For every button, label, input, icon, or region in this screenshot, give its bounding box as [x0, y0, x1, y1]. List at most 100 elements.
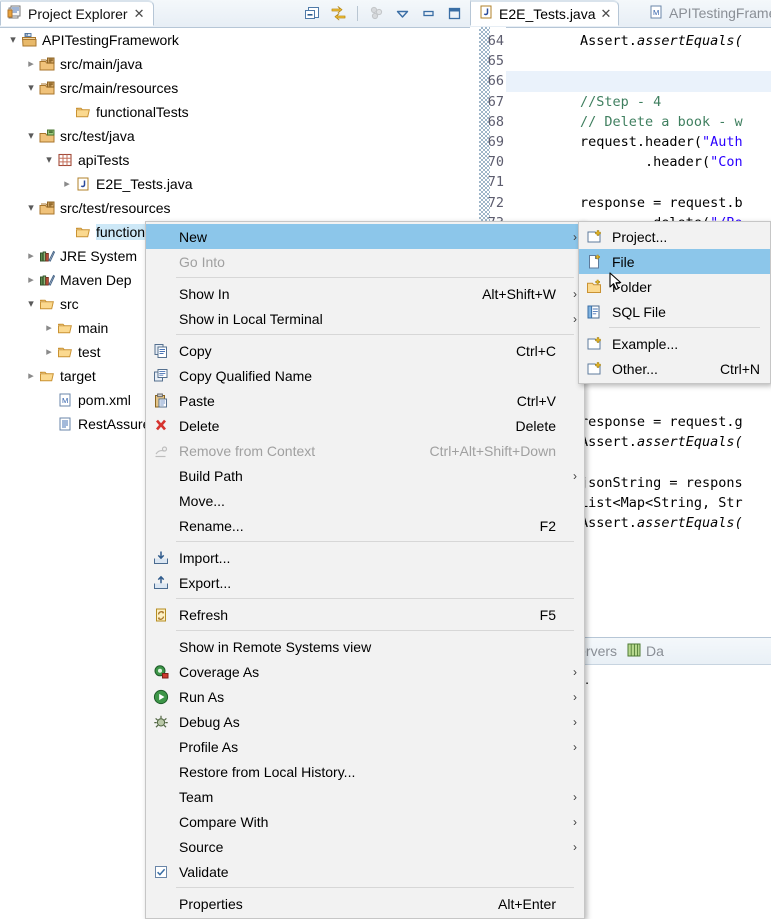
- menu-item[interactable]: Show in Remote Systems view: [146, 634, 584, 659]
- close-icon[interactable]: ✕: [134, 7, 145, 20]
- menu-item[interactable]: Coverage As ›: [146, 659, 584, 684]
- chevron-right-icon[interactable]: ▸: [42, 340, 56, 364]
- tree-item-label: src/test/resources: [60, 200, 171, 216]
- code-line[interactable]: 69 request.header("Auth: [470, 132, 771, 152]
- submenu-item[interactable]: Example...: [579, 331, 770, 356]
- submenu-item[interactable]: SQL File: [579, 299, 770, 324]
- tree-item-label: main: [78, 320, 109, 336]
- tree-item[interactable]: ▾ src/test/resources: [0, 196, 470, 220]
- code-line[interactable]: 72 response = request.b: [470, 193, 771, 213]
- submenu-item[interactable]: File: [579, 249, 770, 274]
- menu-item[interactable]: Export...: [146, 570, 584, 595]
- menu-item[interactable]: Source ›: [146, 834, 584, 859]
- menu-item[interactable]: Delete Delete: [146, 413, 584, 438]
- menu-item: Go Into: [146, 249, 584, 274]
- submenu-item[interactable]: Folder: [579, 274, 770, 299]
- chevron-down-icon[interactable]: ▾: [24, 124, 38, 148]
- menu-item[interactable]: Show In Alt+Shift+W ›: [146, 281, 584, 306]
- line-number: 72: [487, 194, 504, 211]
- menu-item[interactable]: Team ›: [146, 784, 584, 809]
- chevron-down-icon[interactable]: ▾: [24, 292, 38, 316]
- editor-tab-label: E2E_Tests.java: [499, 5, 596, 22]
- tree-item-label: src: [60, 296, 79, 312]
- sql-file-icon: [579, 299, 609, 324]
- menu-item[interactable]: Properties Alt+Enter: [146, 891, 584, 916]
- maximize-icon[interactable]: [445, 4, 464, 23]
- menu-item-label: Import...: [179, 549, 231, 566]
- menu-item-label: Debug As: [179, 713, 240, 730]
- menu-item-label: Rename...: [179, 517, 244, 534]
- menu-item-icon-slot: [146, 463, 176, 488]
- code-line[interactable]: 64 Assert.assertEquals(: [470, 31, 771, 51]
- menu-item[interactable]: Build Path ›: [146, 463, 584, 488]
- remove-from-context-icon: [146, 438, 176, 463]
- minimize-icon[interactable]: [419, 4, 438, 23]
- menu-item-label: Profile As: [179, 738, 239, 755]
- submenu-item[interactable]: Other... Ctrl+N: [579, 356, 770, 381]
- chevron-right-icon[interactable]: ▸: [24, 268, 38, 292]
- menu-item[interactable]: Compare With ›: [146, 809, 584, 834]
- tree-item[interactable]: ▾ src/main/resources: [0, 76, 470, 100]
- chevron-right-icon[interactable]: ▸: [60, 172, 74, 196]
- editor-tab-2[interactable]: M APITestingFramewor: [641, 0, 771, 26]
- tree-item-label: apiTests: [78, 152, 130, 168]
- menu-item[interactable]: Rename... F2: [146, 513, 584, 538]
- tab-project-explorer[interactable]: Project Explorer ✕: [0, 0, 154, 26]
- new-submenu[interactable]: Project... File Folder SQL File Example... Ot…: [578, 221, 771, 384]
- chevron-right-icon[interactable]: ▸: [24, 364, 38, 388]
- tree-item[interactable]: functionalTests: [0, 100, 470, 124]
- menu-item-icon-slot: [146, 734, 176, 759]
- tree-item[interactable]: ▾ M APITestingFramework: [0, 28, 470, 52]
- menu-item[interactable]: Debug As ›: [146, 709, 584, 734]
- link-with-editor-icon[interactable]: [329, 4, 348, 23]
- collapse-all-icon[interactable]: [303, 4, 322, 23]
- chevron-right-icon[interactable]: ▸: [42, 316, 56, 340]
- tree-item[interactable]: ▸ E2E_Tests.java: [0, 172, 470, 196]
- menu-item[interactable]: Run As ›: [146, 684, 584, 709]
- menu-item[interactable]: Import...: [146, 545, 584, 570]
- filter-icon[interactable]: [367, 4, 386, 23]
- line-number: 67: [487, 93, 504, 110]
- menu-separator: [176, 277, 574, 278]
- chevron-right-icon[interactable]: ▸: [24, 244, 38, 268]
- code-line[interactable]: 65: [470, 51, 771, 71]
- menu-item[interactable]: Copy Ctrl+C: [146, 338, 584, 363]
- chevron-down-icon[interactable]: ▾: [24, 76, 38, 100]
- menu-item[interactable]: Paste Ctrl+V: [146, 388, 584, 413]
- tree-item[interactable]: ▾ src/test/java: [0, 124, 470, 148]
- bottom-view-tab-da[interactable]: Da: [626, 642, 664, 661]
- menu-item-label: Build Path: [179, 467, 243, 484]
- menu-item-icon-slot: [146, 306, 176, 331]
- folder-icon: [38, 292, 56, 316]
- tree-item[interactable]: ▾ apiTests: [0, 148, 470, 172]
- chevron-down-icon[interactable]: ▾: [24, 196, 38, 220]
- menu-item[interactable]: Refresh F5: [146, 602, 584, 627]
- chevron-down-icon[interactable]: ▾: [42, 148, 56, 172]
- code-line[interactable]: 67 //Step - 4: [470, 92, 771, 112]
- tree-item[interactable]: ▸ src/main/java: [0, 52, 470, 76]
- code-line[interactable]: 68 // Delete a book - w: [470, 112, 771, 132]
- close-icon[interactable]: ✕: [601, 7, 612, 20]
- editor-tab-1[interactable]: E2E_Tests.java ✕: [470, 0, 620, 26]
- folder-icon: [74, 100, 92, 124]
- chevron-right-icon[interactable]: ▸: [24, 52, 38, 76]
- menu-item-label: Properties: [179, 895, 243, 912]
- menu-item[interactable]: New ›: [146, 224, 584, 249]
- menu-item[interactable]: Restore from Local History...: [146, 759, 584, 784]
- menu-item[interactable]: Move...: [146, 488, 584, 513]
- tree-item-label: E2E_Tests.java: [96, 176, 193, 192]
- submenu-item-label: Other...: [612, 360, 658, 377]
- view-menu-icon[interactable]: [393, 4, 412, 23]
- context-menu[interactable]: New › Go Into Show In Alt+Shift+W › Show in Lo…: [145, 221, 585, 919]
- menu-item[interactable]: Copy Qualified Name: [146, 363, 584, 388]
- submenu-item[interactable]: Project...: [579, 224, 770, 249]
- menu-item[interactable]: Show in Local Terminal ›: [146, 306, 584, 331]
- code-line[interactable]: 71: [470, 172, 771, 192]
- submenu-item-label: File: [612, 253, 635, 270]
- chevron-down-icon[interactable]: ▾: [6, 28, 20, 52]
- code-line[interactable]: 66: [470, 71, 771, 91]
- code-line[interactable]: 70 .header("Con: [470, 152, 771, 172]
- menu-item[interactable]: Profile As ›: [146, 734, 584, 759]
